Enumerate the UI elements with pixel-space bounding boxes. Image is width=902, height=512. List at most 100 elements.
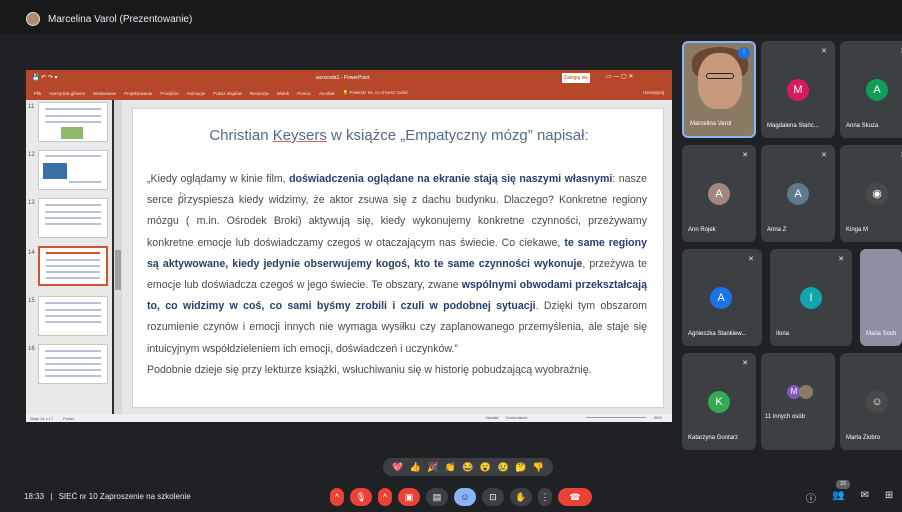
slide-thumbnail[interactable]: [38, 102, 108, 142]
share-button[interactable]: Udostępnij: [643, 90, 664, 95]
participant-name: Marcelina Varol: [690, 121, 732, 127]
tell-me-search[interactable]: 💡 Powiedz mi, co chcesz zrobić: [343, 90, 409, 96]
window-controls[interactable]: ▭ — ▢ ✕: [606, 73, 633, 80]
mic-off-icon: ✕: [838, 256, 844, 263]
slide-thumbnail[interactable]: [38, 198, 108, 238]
reactions-bar: 💖 👍 🎉 👏 😂 😮 😢 🤔 👎: [383, 458, 553, 476]
participant-name: Ann Rojek: [688, 227, 716, 233]
call-controls: ^ 🎙 ^ ▣ ▤ ☺ ⊡ ✋ ⋮ ☎: [330, 488, 592, 506]
avatar: A: [708, 183, 730, 205]
ribbon-tab[interactable]: Wstawianie: [93, 91, 116, 96]
camera-options-chevron-icon[interactable]: ^: [378, 488, 392, 506]
participant-tile-video[interactable]: ⁝ Marcelina Varol: [682, 41, 756, 138]
participant-tile[interactable]: ✕ A Ann Rojek: [682, 145, 756, 242]
slide-body-text: „Kiedy oglądamy w kinie film, doświadcze…: [147, 173, 648, 376]
avatar: M: [787, 79, 809, 101]
avatar: K: [708, 391, 730, 413]
slide-thumbnail[interactable]: [38, 150, 108, 190]
info-icon[interactable]: ⓘ: [806, 490, 816, 505]
participant-tile[interactable]: ✕ I Ilona: [770, 249, 852, 346]
mic-off-icon[interactable]: 🎙: [350, 488, 372, 506]
tell-me-label: Powiedz mi, co chcesz zrobić: [349, 90, 409, 95]
thumb-number: 12: [28, 152, 35, 158]
ribbon-tab[interactable]: Widok: [277, 91, 290, 96]
camera-off-icon[interactable]: ▣: [398, 488, 420, 506]
participant-tile[interactable]: ✕ A Anna Z: [761, 145, 835, 242]
meeting-info: 18:33 | SIEĆ nr 10 Zaproszenie na szkole…: [24, 492, 191, 501]
participant-tile[interactable]: ✕ A Agnieszka Stankiew...: [682, 249, 762, 346]
quick-access-icons: 💾 ↶ ↷ ▾: [32, 75, 58, 81]
login-button[interactable]: Zaloguj się: [562, 73, 590, 83]
captions-icon[interactable]: ▤: [426, 488, 448, 506]
end-call-icon[interactable]: ☎: [558, 488, 592, 506]
presenter-avatar: [26, 12, 40, 26]
slide-thumbnail[interactable]: [38, 296, 108, 336]
side-panel-buttons: ⓘ 👥 ✉ ⊞: [806, 490, 893, 505]
ribbon-tab[interactable]: Pokaz slajdów: [213, 91, 242, 96]
present-icon[interactable]: ⊡: [482, 488, 504, 506]
reaction-heart[interactable]: 💖: [392, 462, 403, 473]
ribbon-tab[interactable]: Pomoc: [297, 91, 311, 96]
thumb-number: 15: [28, 298, 35, 304]
comments-button[interactable]: Komentarze: [506, 415, 528, 420]
mic-off-icon: ✕: [821, 48, 827, 55]
participant-tile[interactable]: ✕ K Katarzyna Gontarz: [682, 353, 756, 450]
reaction-thumbs-down[interactable]: 👎: [533, 462, 544, 473]
reaction-clap[interactable]: 👏: [445, 462, 456, 473]
presenter-label: Marcelina Varol (Prezentowanie): [48, 13, 193, 25]
emoji-icon[interactable]: ☺: [454, 488, 476, 506]
people-icon[interactable]: 👥: [832, 490, 844, 505]
others-count: 11 innych osób: [765, 414, 805, 420]
more-icon[interactable]: ⋮: [538, 488, 552, 506]
avatar: A: [866, 79, 888, 101]
avatar: A: [787, 183, 809, 205]
participant-tile[interactable]: ✕ A Anna Skuza: [840, 41, 902, 138]
ribbon-tab[interactable]: Acrobat: [319, 91, 335, 96]
participant-name: Katarzyna Gontarz: [688, 435, 739, 441]
raise-hand-icon[interactable]: ✋: [510, 488, 532, 506]
reaction-laugh[interactable]: 😂: [462, 462, 473, 473]
top-bar: Marcelina Varol (Prezentowanie): [0, 0, 902, 34]
reaction-sad[interactable]: 😢: [497, 462, 508, 473]
avatar-photo: ◉: [866, 183, 888, 205]
mic-off-icon: ✕: [742, 360, 748, 367]
ribbon-tab[interactable]: Plik: [34, 91, 41, 96]
thumb-number: 16: [28, 346, 35, 352]
powerpoint-status-bar: Slajd 14 z 17 Polski Notatki Komentarze …: [26, 414, 672, 422]
notes-button[interactable]: Notatki: [486, 415, 498, 420]
meeting-time: 18:33: [24, 492, 45, 501]
mic-options-chevron-icon[interactable]: ^: [330, 488, 344, 506]
participant-tile[interactable]: ✕ M Magdalena Stańc...: [761, 41, 835, 138]
activities-icon[interactable]: ⊞: [885, 490, 893, 505]
participant-tile[interactable]: Maria Soch: [860, 249, 902, 346]
zoom-slider[interactable]: [586, 417, 646, 418]
participant-tile[interactable]: ✕ ◉ Kinga M: [840, 145, 902, 242]
ribbon-tabs: Plik Narzędzia główne Wstawianie Projekt…: [26, 86, 672, 100]
participant-name: Anna Skuza: [846, 123, 879, 129]
ribbon-tab[interactable]: Projektowanie: [124, 91, 152, 96]
slide-thumbnail-selected[interactable]: [38, 246, 108, 286]
ribbon-tab[interactable]: Animacje: [187, 91, 206, 96]
meeting-name: SIEĆ nr 10 Zaproszenie na szkolenie: [58, 492, 191, 501]
reaction-party[interactable]: 🎉: [427, 462, 438, 473]
zoom-level[interactable]: 96%: [654, 415, 662, 420]
others-tile[interactable]: M 11 innych osób: [761, 353, 835, 450]
ribbon-tab[interactable]: Narzędzia główne: [49, 91, 85, 96]
reaction-thinking[interactable]: 🤔: [515, 462, 526, 473]
participant-name: Maria Soch: [866, 331, 897, 337]
thumbnail-scrollbar[interactable]: [114, 100, 122, 414]
participant-name: Ilona: [776, 331, 790, 337]
reaction-surprised[interactable]: 😮: [480, 462, 491, 473]
ribbon-tab[interactable]: Przejścia: [160, 91, 178, 96]
slide-editor: Christian Keysers w książce „Empatyczny …: [122, 100, 672, 414]
ribbon-tab[interactable]: Recenzja: [250, 91, 269, 96]
participant-tile[interactable]: ☺ Marta Ziobro: [840, 353, 902, 450]
slide-thumbnail[interactable]: [38, 344, 108, 384]
presentation-stage: 💾 ↶ ↷ ▾ wcroroda1 - PowerPoint Zaloguj s…: [26, 70, 672, 422]
chat-icon[interactable]: ✉: [860, 490, 868, 505]
current-slide[interactable]: Christian Keysers w książce „Empatyczny …: [132, 108, 664, 408]
reaction-thumbs-up[interactable]: 👍: [410, 462, 421, 473]
avatar: A: [710, 287, 732, 309]
mouse-cursor-icon: ▷: [180, 190, 187, 199]
powerpoint-title-bar: 💾 ↶ ↷ ▾ wcroroda1 - PowerPoint Zaloguj s…: [26, 70, 672, 86]
